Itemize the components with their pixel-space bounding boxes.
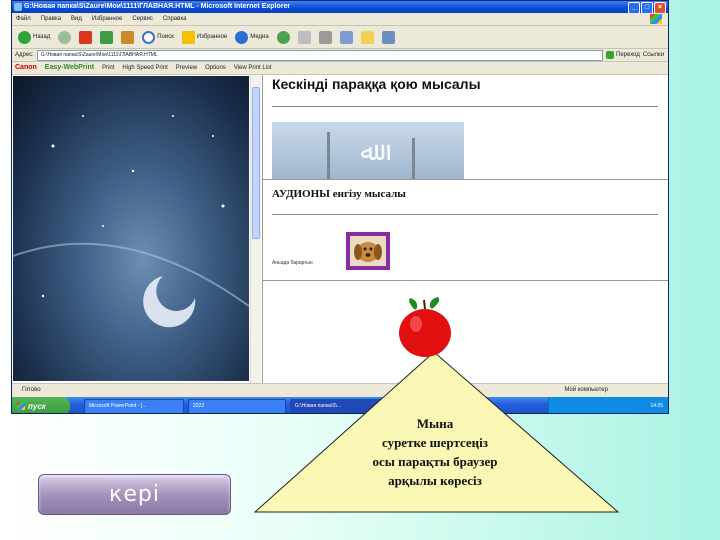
tooltip-text: Мына суретке шертсеңіз осы парақты брауз… <box>340 414 530 490</box>
tooltip-line-1: Мына <box>416 416 454 431</box>
apple-icon[interactable] <box>399 297 451 357</box>
tooltip-line-4: арқылы көресіз <box>388 473 482 488</box>
tooltip-line-3: осы парақты браузер <box>372 454 498 469</box>
back-nav-button[interactable]: кері <box>38 474 231 515</box>
tooltip-line-2: суретке шертсеңіз <box>381 435 489 450</box>
